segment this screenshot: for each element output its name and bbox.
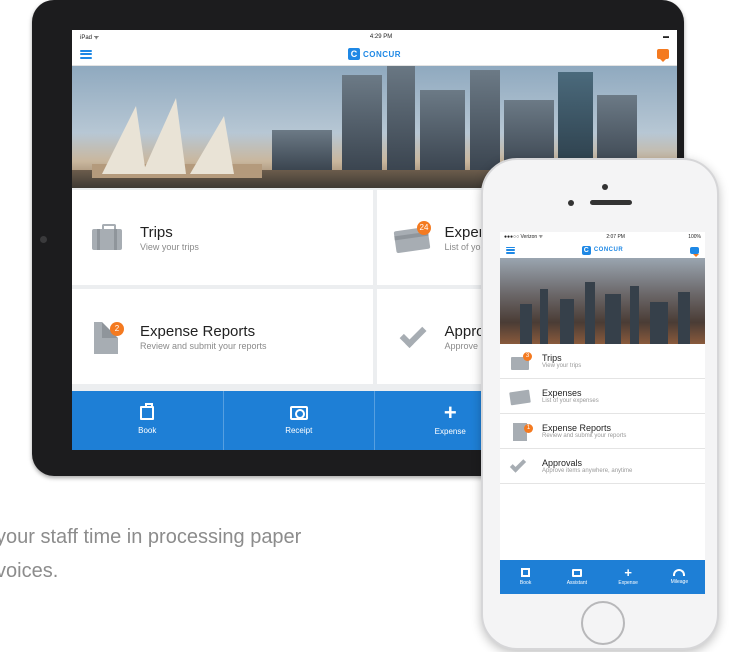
tab-label: Expense	[434, 427, 466, 436]
logo-mark: C	[581, 245, 591, 255]
chat-icon[interactable]	[690, 246, 699, 257]
iphone-device: ●●●○○ Verizon ᯤ 2:07 PM 100% C CONCUR 3 …	[481, 158, 719, 650]
tile-trips[interactable]: Trips View your trips	[72, 190, 373, 285]
tile-title: Expense Reports	[140, 322, 256, 340]
suitcase-icon	[521, 568, 531, 577]
tab-label: Receipt	[285, 426, 313, 435]
item-title: Expense Reports	[542, 423, 612, 433]
tile-expense-reports[interactable]: 2 Expense Reports Review and submit your…	[72, 289, 373, 384]
tile-title: Trips	[140, 223, 173, 241]
reports-badge: 1	[524, 424, 533, 433]
concur-logo: C CONCUR	[581, 245, 624, 255]
caption-line-1: your staff time in processing paper	[0, 526, 302, 548]
card-icon: 24	[393, 220, 432, 253]
tab-label: Assistant	[566, 579, 588, 586]
marketing-caption: your staff time in processing paper voic…	[0, 520, 301, 588]
item-subtitle: Approve items anywhere, anytime	[542, 468, 633, 474]
item-subtitle: Review and submit your reports	[542, 433, 627, 439]
concur-logo: C CONCUR	[347, 48, 402, 60]
card-icon	[509, 387, 532, 406]
reports-badge: 2	[110, 321, 124, 336]
check-icon	[509, 456, 532, 475]
iphone-screen: ●●●○○ Verizon ᯤ 2:07 PM 100% C CONCUR 3 …	[500, 232, 705, 594]
ipad-nav-bar: C CONCUR	[72, 43, 677, 66]
item-subtitle: List of your expenses	[542, 398, 599, 404]
suitcase-icon	[140, 403, 155, 420]
item-title: Expenses	[542, 388, 582, 398]
hero-image-city	[500, 258, 705, 344]
expenses-badge: 24	[416, 220, 432, 235]
iphone-speaker	[590, 200, 632, 205]
iphone-nav-bar: C CONCUR	[500, 242, 705, 258]
gauge-icon	[673, 569, 686, 576]
suitcase-icon	[90, 223, 126, 253]
list-item-expenses[interactable]: Expenses List of your expenses	[500, 379, 705, 414]
iphone-camera	[602, 184, 608, 190]
iphone-sensor	[568, 200, 574, 206]
suitcase-icon: 3	[510, 352, 532, 370]
camera-icon	[571, 568, 582, 577]
iphone-menu-list: 3 Trips View your trips Expenses List of…	[500, 344, 705, 484]
list-item-approvals[interactable]: Approvals Approve items anywhere, anytim…	[500, 449, 705, 484]
plus-icon: +	[443, 400, 457, 425]
menu-icon[interactable]	[506, 246, 515, 254]
tile-subtitle: View your trips	[140, 241, 199, 252]
status-time: 2:07 PM	[606, 234, 625, 240]
trips-badge: 3	[523, 352, 532, 361]
tab-label: Book	[138, 426, 157, 435]
logo-text: CONCUR	[362, 49, 402, 59]
list-item-trips[interactable]: 3 Trips View your trips	[500, 344, 705, 379]
ipad-status-bar: iPad ᯤ 4:29 PM ▬	[72, 30, 677, 43]
logo-mark: C	[347, 48, 360, 60]
logo-text: CONCUR	[593, 247, 624, 253]
check-icon	[395, 320, 431, 352]
tab-book[interactable]: Book	[500, 560, 551, 594]
item-title: Approvals	[542, 458, 583, 468]
menu-icon[interactable]	[80, 49, 92, 59]
tab-book[interactable]: Book	[72, 391, 224, 450]
caption-line-2: voices.	[0, 560, 59, 582]
tab-label: Book	[519, 580, 532, 586]
tab-label: Mileage	[670, 579, 689, 585]
tab-expense[interactable]: + Expense	[603, 560, 654, 594]
home-button[interactable]	[581, 601, 625, 645]
tab-mileage[interactable]: Mileage	[654, 560, 705, 594]
camera-icon	[289, 406, 308, 420]
status-battery: 100%	[688, 234, 701, 240]
item-subtitle: View your trips	[542, 363, 582, 369]
iphone-tab-bar: Book Assistant + Expense Mileage	[500, 560, 705, 594]
plus-icon: +	[624, 565, 632, 580]
status-carrier: iPad ᯤ	[80, 34, 100, 41]
report-icon: 1	[510, 422, 533, 441]
status-time: 4:29 PM	[369, 33, 393, 40]
report-icon: 2	[90, 321, 126, 354]
tab-label: Expense	[618, 580, 638, 586]
iphone-status-bar: ●●●○○ Verizon ᯤ 2:07 PM 100%	[500, 232, 705, 242]
ipad-camera	[40, 236, 47, 243]
tab-assistant[interactable]: Assistant	[551, 560, 602, 594]
item-title: Trips	[542, 353, 562, 363]
tile-subtitle: Review and submit your reports	[140, 340, 267, 351]
status-carrier: ●●●○○ Verizon ᯤ	[504, 234, 544, 240]
list-item-expense-reports[interactable]: 1 Expense Reports Review and submit your…	[500, 414, 705, 449]
chat-icon[interactable]	[656, 49, 669, 62]
tab-receipt[interactable]: Receipt	[224, 391, 375, 450]
battery-icon: ▬	[662, 33, 669, 40]
